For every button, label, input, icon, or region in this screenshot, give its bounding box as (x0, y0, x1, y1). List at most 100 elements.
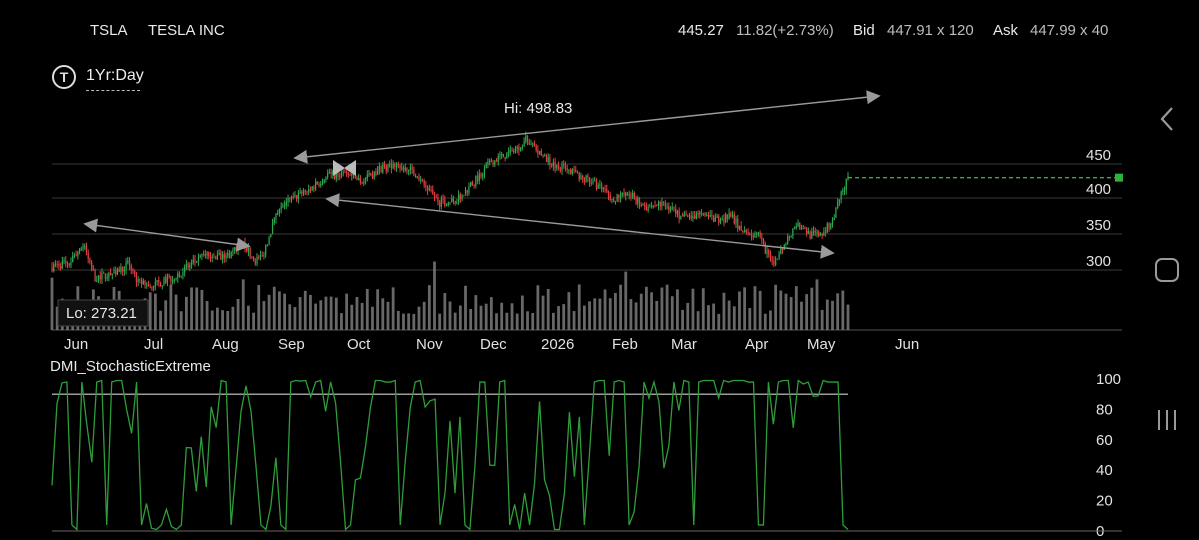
candle (85, 245, 88, 253)
candle (602, 188, 604, 190)
volume-bar (784, 293, 788, 330)
candle (96, 280, 98, 282)
volume-bar (831, 300, 834, 330)
candle (189, 265, 191, 268)
candle (516, 146, 518, 150)
candle (740, 225, 742, 231)
candle (492, 162, 494, 165)
candle (454, 201, 456, 204)
volume-bar (365, 289, 369, 330)
candle (532, 143, 534, 145)
volume-bar (402, 313, 405, 330)
candle (692, 215, 694, 219)
candle (363, 181, 365, 184)
candle (730, 213, 732, 217)
candle (182, 272, 184, 276)
candle (440, 198, 443, 207)
stoch-tick-label: 80 (1096, 401, 1113, 418)
candle (208, 252, 210, 257)
candle (466, 190, 468, 193)
volume-bar (303, 290, 307, 330)
candle (220, 252, 222, 260)
recents-button[interactable] (1156, 410, 1180, 432)
candle (663, 202, 665, 204)
home-button[interactable] (1155, 258, 1179, 282)
volume-bar (536, 285, 540, 330)
candle (251, 256, 253, 258)
candle (756, 233, 758, 235)
candle (681, 215, 684, 217)
candle (489, 160, 491, 162)
candle (540, 151, 542, 156)
candle (223, 254, 225, 259)
candle (213, 257, 215, 259)
candle (323, 179, 325, 183)
volume-bar (200, 289, 204, 330)
candle (246, 247, 248, 252)
candle (227, 253, 229, 256)
candle (445, 205, 448, 207)
candle (82, 245, 84, 249)
candle (547, 156, 549, 162)
candle (94, 270, 96, 282)
candle (806, 228, 808, 234)
candle (666, 206, 668, 208)
candle (89, 258, 91, 262)
candle (127, 260, 129, 263)
candle (587, 175, 589, 178)
candle (690, 215, 692, 219)
volume-bar (526, 311, 529, 330)
candle (346, 172, 348, 174)
volume-bar (774, 284, 778, 330)
volume-bar (577, 284, 581, 330)
candle (737, 218, 739, 229)
candle (309, 189, 312, 191)
x-tick-label: Sep (278, 336, 305, 353)
candle (401, 167, 403, 169)
volume-bar (619, 284, 622, 330)
volume-bar (567, 292, 571, 330)
volume-bar (650, 292, 653, 330)
candle (559, 167, 561, 171)
candle (194, 259, 196, 262)
candle (637, 198, 639, 204)
volume-bar (520, 295, 524, 330)
candle (742, 230, 744, 233)
candle (135, 273, 138, 282)
candle (380, 166, 382, 173)
candle (184, 266, 186, 273)
candle (159, 282, 162, 287)
candle (566, 167, 568, 170)
volume-bar (179, 311, 183, 330)
back-button[interactable] (1156, 104, 1180, 134)
candle (51, 266, 53, 271)
candle (535, 145, 537, 150)
candle (644, 204, 646, 207)
candle (130, 265, 132, 270)
candle (413, 169, 415, 174)
volume-bar (298, 297, 302, 330)
candle (308, 189, 310, 193)
volume-bar (505, 312, 509, 330)
stoch-tick-label: 100 (1096, 371, 1121, 388)
candle (785, 243, 787, 245)
volume-bar (686, 302, 690, 330)
candle (456, 202, 458, 204)
candle (318, 184, 320, 186)
candle (652, 205, 654, 207)
candle (649, 206, 651, 208)
candle (842, 190, 844, 192)
candle (395, 164, 398, 168)
candle (501, 153, 503, 155)
candle (561, 164, 563, 171)
candle (237, 246, 239, 251)
candle (359, 178, 362, 183)
recents-icon (1158, 410, 1160, 430)
y-tick-label: 450 (1086, 147, 1111, 164)
volume-bar (582, 305, 586, 330)
candle (533, 143, 536, 146)
stochastic-line (51, 379, 849, 531)
candle (828, 223, 830, 229)
candle (111, 273, 113, 275)
chart-area[interactable]: 450 400 350 300 Jun Jul Aug Sep Oct Nov Dec 2026 Feb… (0, 0, 1199, 540)
